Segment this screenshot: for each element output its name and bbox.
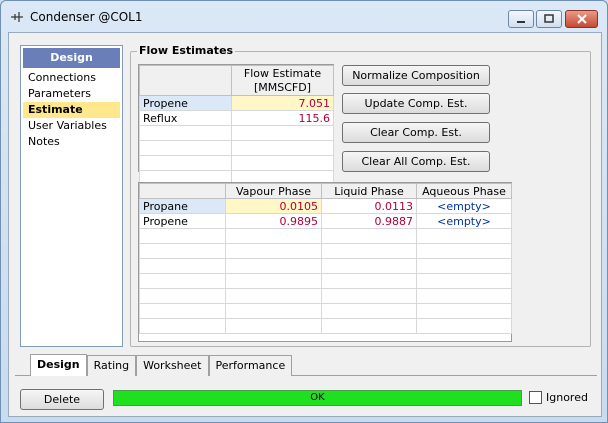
clear-comp-est-button[interactable]: Clear Comp. Est.	[342, 122, 490, 143]
vapour-phase-cell[interactable]: 0.0105	[225, 198, 322, 214]
row-label-propane[interactable]: Propane	[139, 198, 226, 214]
empty-cell	[416, 303, 512, 319]
empty-cell	[321, 303, 417, 319]
delete-button[interactable]: Delete	[20, 389, 104, 410]
empty-cell	[139, 228, 226, 244]
empty-cell	[139, 273, 226, 289]
ignored-label: Ignored	[546, 391, 588, 404]
empty-cell	[321, 273, 417, 289]
flow-estimate-header: Flow Estimate [MMSCFD]	[231, 65, 334, 96]
close-icon	[576, 14, 587, 24]
minimize-button[interactable]	[508, 10, 534, 28]
condenser-window: Condenser @COL1 Design Connections Param…	[0, 0, 608, 423]
empty-cell	[416, 258, 512, 274]
phase-composition-grid: Vapour Phase Liquid Phase Aqueous Phase …	[139, 183, 512, 334]
empty-cell	[321, 288, 417, 304]
empty-cell	[321, 318, 417, 334]
empty-cell	[139, 318, 226, 334]
table-row: Propene 0.9895 0.9887 <empty>	[139, 213, 512, 229]
empty-cell	[416, 318, 512, 334]
table-row: Propene 7.051	[139, 95, 334, 111]
empty-cell	[321, 228, 417, 244]
maximize-button[interactable]	[536, 10, 562, 28]
aqueous-phase-cell[interactable]: <empty>	[416, 198, 512, 214]
empty-cell	[139, 243, 226, 259]
nav-header: Design	[23, 48, 120, 68]
empty-cell	[321, 243, 417, 259]
empty-cell	[225, 228, 322, 244]
empty-cell	[225, 258, 322, 274]
empty-cell	[139, 258, 226, 274]
nav-item-parameters[interactable]: Parameters	[23, 86, 120, 102]
aqueous-phase-header: Aqueous Phase	[416, 183, 512, 199]
flow-estimate-grid: Flow Estimate [MMSCFD] Propene 7.051 Ref…	[139, 65, 334, 186]
title-bar[interactable]: Condenser @COL1	[1, 1, 607, 33]
dialog-client-area: Design Connections Parameters Estimate U…	[8, 32, 602, 417]
empty-cell	[321, 258, 417, 274]
tab-worksheet[interactable]: Worksheet	[136, 355, 209, 376]
table-row: Reflux 115.6	[139, 110, 334, 126]
empty-cell	[139, 303, 226, 319]
empty-cell	[225, 288, 322, 304]
close-button[interactable]	[565, 10, 598, 28]
empty-cell	[225, 273, 322, 289]
aqueous-phase-cell[interactable]: <empty>	[416, 213, 512, 229]
flow-estimate-cell[interactable]: 7.051	[231, 95, 334, 111]
empty-cell	[416, 273, 512, 289]
normalize-composition-button[interactable]: Normalize Composition	[342, 65, 490, 86]
nav-item-estimate[interactable]: Estimate	[23, 102, 120, 118]
phase-grid-frame: Vapour Phase Liquid Phase Aqueous Phase …	[138, 182, 512, 342]
tab-design[interactable]: Design	[30, 354, 87, 376]
vapour-phase-header: Vapour Phase	[225, 183, 322, 199]
window-title: Condenser @COL1	[30, 10, 143, 24]
status-bar: OK	[113, 390, 522, 406]
maximize-icon	[544, 14, 554, 23]
minimize-icon	[517, 21, 525, 23]
empty-cell	[139, 155, 232, 171]
condenser-icon	[11, 12, 23, 22]
row-label-propene[interactable]: Propene	[139, 95, 232, 111]
empty-cell	[225, 303, 322, 319]
flow-estimate-grid-frame: Flow Estimate [MMSCFD] Propene 7.051 Ref…	[138, 64, 334, 186]
nav-item-connections[interactable]: Connections	[23, 70, 120, 86]
liquid-phase-header: Liquid Phase	[321, 183, 417, 199]
corner-cell	[139, 65, 232, 96]
nav-item-notes[interactable]: Notes	[23, 134, 120, 150]
empty-cell	[139, 125, 232, 141]
nav-item-user-variables[interactable]: User Variables	[23, 118, 120, 134]
group-title: Flow Estimates	[137, 44, 236, 57]
empty-cell	[139, 288, 226, 304]
empty-cell	[231, 155, 334, 171]
row-label-propene[interactable]: Propene	[139, 213, 226, 229]
empty-cell	[416, 288, 512, 304]
flow-estimates-group: Flow Estimates Flow Estimate [MMSCFD] Pr…	[130, 44, 591, 347]
tab-performance[interactable]: Performance	[208, 355, 293, 376]
empty-cell	[139, 140, 232, 156]
design-nav-list: Design Connections Parameters Estimate U…	[20, 45, 123, 347]
flow-estimate-cell[interactable]: 115.6	[231, 110, 334, 126]
empty-cell	[416, 243, 512, 259]
liquid-phase-cell[interactable]: 0.9887	[321, 213, 417, 229]
empty-cell	[231, 125, 334, 141]
empty-cell	[231, 140, 334, 156]
empty-cell	[416, 228, 512, 244]
liquid-phase-cell[interactable]: 0.0113	[321, 198, 417, 214]
ignored-checkbox[interactable]	[529, 391, 542, 404]
tab-rating[interactable]: Rating	[86, 355, 137, 376]
tab-strip: Design Rating Worksheet Performance	[30, 354, 293, 376]
empty-cell	[225, 243, 322, 259]
update-comp-est-button[interactable]: Update Comp. Est.	[342, 93, 490, 114]
flow-estimate-header-line2: [MMSCFD]	[253, 80, 312, 94]
flow-estimate-header-line1: Flow Estimate	[243, 66, 322, 80]
row-label-reflux[interactable]: Reflux	[139, 110, 232, 126]
vapour-phase-cell[interactable]: 0.9895	[225, 213, 322, 229]
empty-cell	[225, 318, 322, 334]
table-row: Propane 0.0105 0.0113 <empty>	[139, 198, 512, 214]
clear-all-comp-est-button[interactable]: Clear All Comp. Est.	[342, 151, 490, 172]
corner-cell	[139, 183, 226, 199]
